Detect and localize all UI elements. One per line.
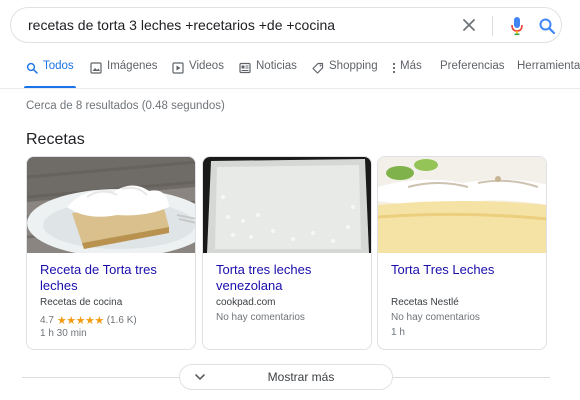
clear-icon[interactable] — [461, 17, 477, 33]
rating-value: 4.7 — [40, 315, 54, 326]
recipe-image — [378, 157, 546, 253]
recipe-title[interactable]: Torta tres leches venezolana — [216, 262, 364, 294]
tab-preferencias[interactable]: Preferencias — [440, 60, 505, 88]
recipe-card[interactable]: Torta Tres Leches Recetas Nestlé No hay … — [377, 156, 547, 350]
search-bar[interactable]: recetas de torta 3 leches +recetarios +d… — [10, 7, 562, 43]
search-icon — [26, 62, 38, 74]
image-icon — [90, 62, 102, 74]
recipe-card[interactable]: Torta tres leches venezolana cookpad.com… — [202, 156, 372, 350]
search-input[interactable]: recetas de torta 3 leches +recetarios +d… — [28, 17, 335, 33]
tag-icon — [312, 62, 324, 74]
recipe-source: Recetas Nestlé — [391, 297, 459, 308]
recipe-rating: 4.7 ★★★★★ (1.6 K) — [40, 314, 137, 327]
tab-mas[interactable]: Más — [392, 60, 422, 88]
recipe-card[interactable]: Receta de Torta tres leches Recetas de c… — [26, 156, 196, 350]
tab-label: Todos — [43, 60, 74, 72]
tab-label: Noticias — [256, 60, 297, 72]
search-icon[interactable] — [538, 17, 556, 35]
recipe-source: Recetas de cocina — [40, 297, 123, 308]
star-rating-icon: ★★★★★ — [56, 315, 104, 327]
divider-right — [393, 377, 550, 378]
recipe-time: 1 h 30 min — [40, 328, 87, 339]
search-tabs: Todos Imágenes Videos Noticias Shopping — [0, 60, 580, 89]
divider-left — [22, 377, 179, 378]
tab-label: Más — [400, 60, 422, 72]
tab-shopping[interactable]: Shopping — [312, 60, 378, 88]
tab-label: Imágenes — [107, 60, 158, 72]
recipe-time: 1 h — [391, 327, 405, 338]
tab-label: Preferencias — [440, 60, 505, 72]
recipe-comments: No hay comentarios — [391, 312, 480, 323]
video-icon — [172, 62, 184, 74]
show-more-button[interactable]: Mostrar más — [179, 364, 393, 390]
tabs-divider — [0, 88, 580, 89]
review-count: (1.6 K) — [106, 315, 137, 326]
microphone-icon[interactable] — [510, 16, 524, 36]
tab-label: Videos — [189, 60, 224, 72]
more-vert-icon — [392, 62, 396, 74]
tab-label: Shopping — [329, 60, 378, 72]
recipe-title[interactable]: Receta de Torta tres leches — [40, 262, 188, 294]
tab-videos[interactable]: Videos — [172, 60, 224, 88]
section-title: Recetas — [26, 131, 85, 148]
tab-todos[interactable]: Todos — [24, 60, 76, 89]
tab-label: Herramientas — [517, 60, 580, 72]
recipe-source: cookpad.com — [216, 297, 276, 308]
recipe-image — [27, 157, 195, 253]
show-more-label: Mostrar más — [267, 370, 335, 384]
recipe-comments: No hay comentarios — [216, 312, 305, 323]
recipe-title[interactable]: Torta Tres Leches — [391, 262, 539, 278]
search-divider — [492, 16, 493, 36]
tab-imagenes[interactable]: Imágenes — [90, 60, 158, 88]
news-icon — [239, 62, 251, 74]
tab-herramientas[interactable]: Herramientas — [517, 60, 580, 88]
recipe-image — [203, 157, 371, 253]
tab-noticias[interactable]: Noticias — [239, 60, 297, 88]
result-stats: Cerca de 8 resultados (0.48 segundos) — [26, 100, 225, 112]
